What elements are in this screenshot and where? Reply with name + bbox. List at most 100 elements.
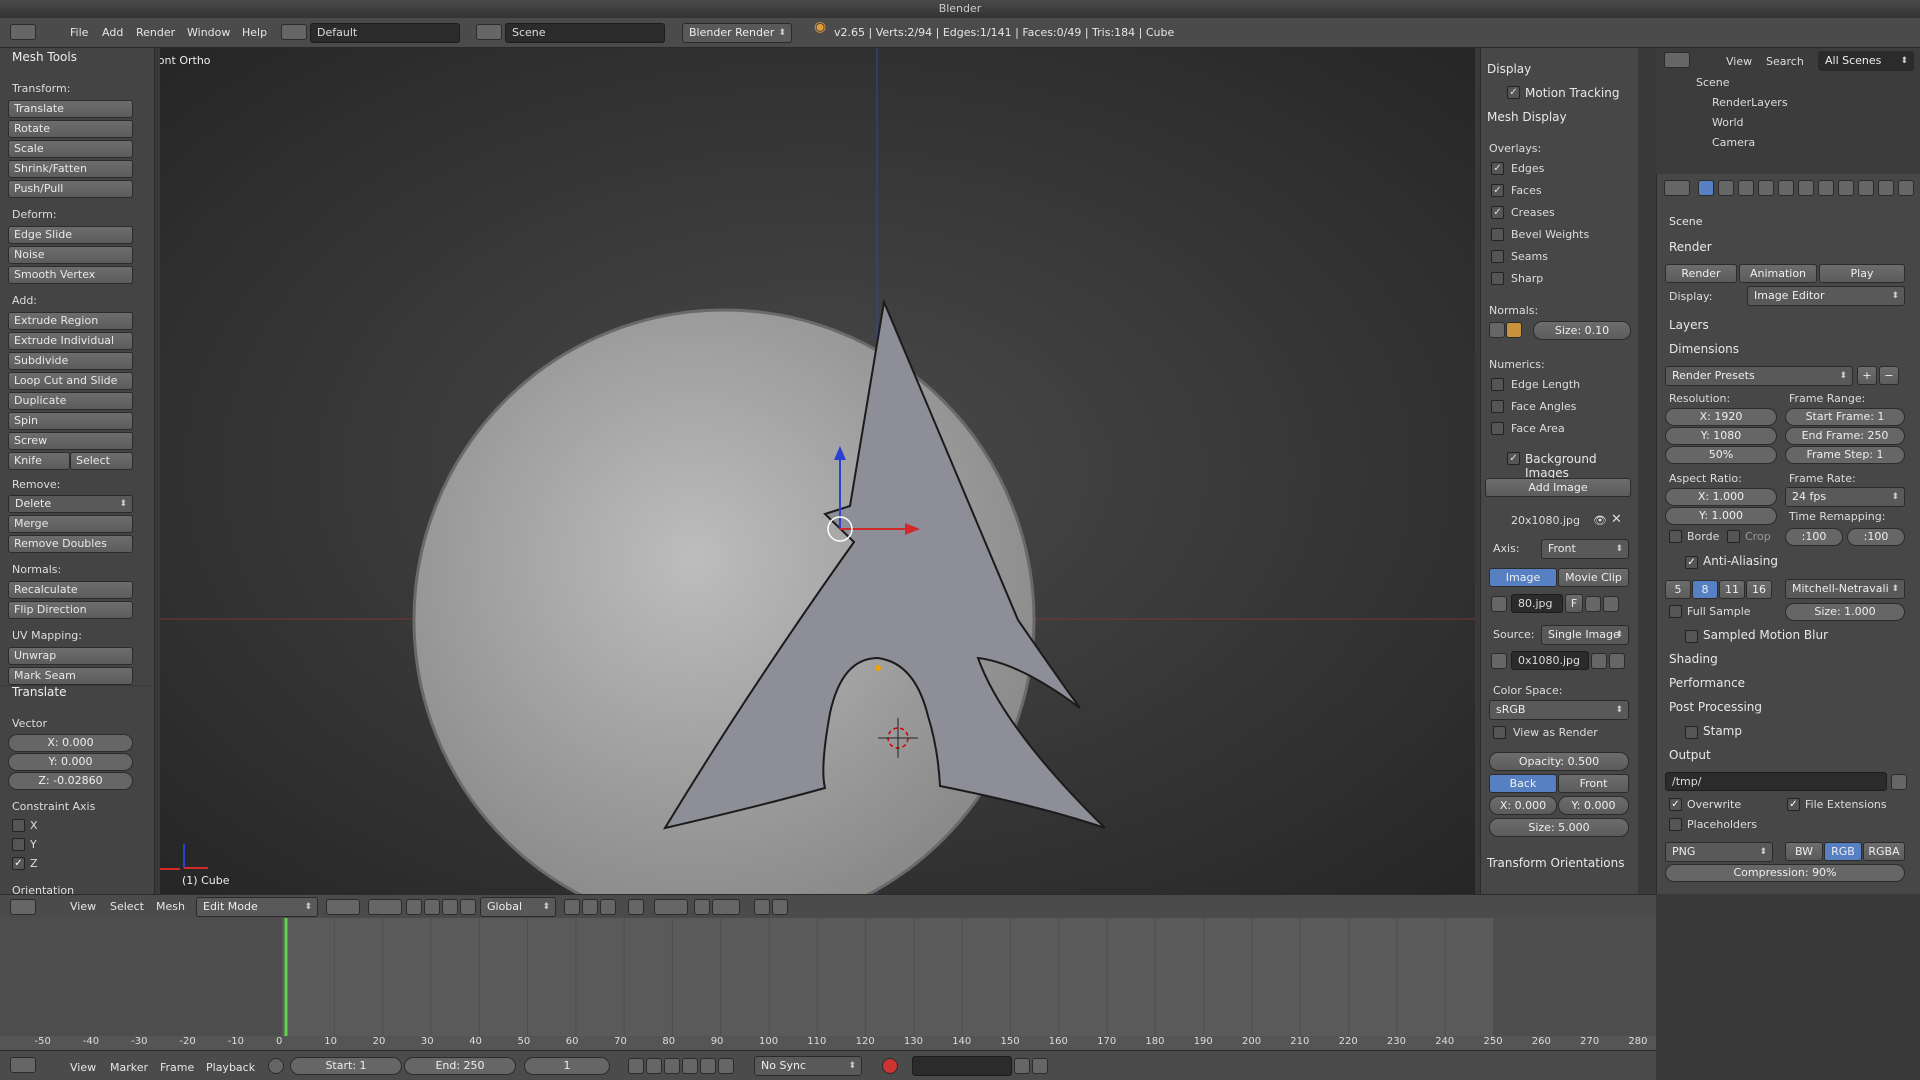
aspect-x-field[interactable]: X: 1.000 xyxy=(1665,488,1777,506)
manipulator-toggle-icon[interactable] xyxy=(406,899,422,915)
timeline-marker-menu[interactable]: Marker xyxy=(110,1061,148,1074)
close-icon[interactable]: ✕ xyxy=(1611,512,1622,527)
color-space-select[interactable]: sRGB xyxy=(1489,700,1629,720)
bevel-weights-checkbox[interactable] xyxy=(1491,228,1504,241)
border-checkbox[interactable] xyxy=(1669,530,1682,543)
push-pull-button[interactable]: Push/Pull xyxy=(8,180,133,198)
image-path-field[interactable]: 0x1080.jpg xyxy=(1511,651,1589,670)
normals-size-field[interactable]: Size: 0.10 xyxy=(1533,321,1631,340)
bw-button[interactable]: BW xyxy=(1785,842,1823,861)
screen-layout-icon[interactable] xyxy=(281,24,307,40)
pivot-point-icon[interactable] xyxy=(368,899,402,915)
crop-checkbox[interactable] xyxy=(1727,530,1740,543)
outliner-item-camera[interactable]: Camera xyxy=(1712,136,1755,149)
aa-samples-8[interactable]: 8 xyxy=(1692,580,1718,599)
menu-add[interactable]: Add xyxy=(102,26,123,39)
jump-keyframe-forward-icon[interactable] xyxy=(700,1058,716,1074)
unwrap-button[interactable]: Unwrap xyxy=(8,647,133,665)
browse-folder-icon[interactable] xyxy=(1591,653,1607,669)
mode-select[interactable]: Edit Mode xyxy=(196,897,318,917)
edge-slide-button[interactable]: Edge Slide xyxy=(8,226,133,244)
edge-length-checkbox[interactable] xyxy=(1491,378,1504,391)
frame-step-field[interactable]: Frame Step: 1 xyxy=(1785,446,1905,464)
snap-toggle-icon[interactable] xyxy=(694,899,710,915)
background-images-header[interactable]: Background Images xyxy=(1525,452,1638,480)
display-panel-header[interactable]: Display xyxy=(1487,62,1531,76)
duplicate-button[interactable]: Duplicate xyxy=(8,392,133,410)
res-x-field[interactable]: X: 1920 xyxy=(1665,408,1777,426)
current-frame-field[interactable]: 1 xyxy=(524,1057,610,1075)
viewport-editor-icon[interactable] xyxy=(10,899,36,915)
smooth-vertex-button[interactable]: Smooth Vertex xyxy=(8,266,133,284)
unlink-image-icon[interactable] xyxy=(1603,596,1619,612)
viewport-mesh-menu[interactable]: Mesh xyxy=(156,900,185,913)
overwrite-checkbox[interactable]: ✓ xyxy=(1669,798,1682,811)
motion-tracking-header[interactable]: Motion Tracking xyxy=(1525,86,1619,100)
outliner-item-renderlayers[interactable]: RenderLayers xyxy=(1712,96,1788,109)
face-area-checkbox[interactable] xyxy=(1491,422,1504,435)
transform-orientations-header[interactable]: Transform Orientations xyxy=(1487,856,1625,870)
insert-keyframe-icon[interactable] xyxy=(1014,1058,1030,1074)
sampled-motion-blur-header[interactable]: Sampled Motion Blur xyxy=(1703,628,1828,642)
outliner-view-menu[interactable]: View xyxy=(1726,55,1752,68)
operator-header[interactable]: Translate xyxy=(12,685,67,699)
modifiers-tab-icon[interactable] xyxy=(1818,180,1834,196)
knife-select-button[interactable]: Select xyxy=(70,452,133,470)
vector-x-field[interactable]: X: 0.000 xyxy=(8,734,133,752)
aspect-y-field[interactable]: Y: 1.000 xyxy=(1665,507,1777,525)
shrink-fatten-button[interactable]: Shrink/Fatten xyxy=(8,160,133,178)
merge-button[interactable]: Merge xyxy=(8,515,133,533)
play-button[interactable]: Play xyxy=(1819,264,1905,283)
constraint-y-checkbox[interactable] xyxy=(12,838,25,851)
file-icon[interactable] xyxy=(1491,653,1507,669)
remove-doubles-button[interactable]: Remove Doubles xyxy=(8,535,133,553)
texture-tab-icon[interactable] xyxy=(1878,180,1894,196)
menu-help[interactable]: Help xyxy=(242,26,267,39)
transform-orientation-select[interactable]: Global xyxy=(480,897,556,917)
loop-cut-button[interactable]: Loop Cut and Slide xyxy=(8,372,133,390)
post-processing-header[interactable]: Post Processing xyxy=(1669,700,1762,714)
scale-manipulator-icon[interactable] xyxy=(460,899,476,915)
physics-tab-icon[interactable] xyxy=(1898,180,1914,196)
material-tab-icon[interactable] xyxy=(1858,180,1874,196)
stamp-header[interactable]: Stamp xyxy=(1703,724,1742,738)
jump-keyframe-back-icon[interactable] xyxy=(646,1058,662,1074)
preview-range-icon[interactable] xyxy=(268,1058,284,1074)
translate-manipulator-icon[interactable] xyxy=(424,899,440,915)
scene-tab-icon[interactable] xyxy=(1738,180,1754,196)
seams-checkbox[interactable] xyxy=(1491,250,1504,263)
eye-icon[interactable]: 👁 xyxy=(1593,514,1607,527)
noise-button[interactable]: Noise xyxy=(8,246,133,264)
menu-file[interactable]: File xyxy=(70,26,88,39)
outliner-display-select[interactable]: All Scenes xyxy=(1818,51,1914,71)
snap-element-icon[interactable] xyxy=(712,899,740,915)
placeholders-checkbox[interactable] xyxy=(1669,818,1682,831)
aa-filter-select[interactable]: Mitchell-Netravali xyxy=(1785,579,1905,599)
add-preset-icon[interactable]: + xyxy=(1857,366,1877,385)
proportional-edit-icon[interactable] xyxy=(654,899,688,915)
spin-button[interactable]: Spin xyxy=(8,412,133,430)
timeline-playback-menu[interactable]: Playback xyxy=(206,1061,255,1074)
faces-checkbox[interactable]: ✓ xyxy=(1491,184,1504,197)
render-display-select[interactable]: Image Editor xyxy=(1747,286,1905,306)
image-file-field[interactable]: 80.jpg xyxy=(1511,594,1563,613)
offset-x-field[interactable]: X: 0.000 xyxy=(1489,796,1557,815)
image-tab[interactable]: Image xyxy=(1489,568,1557,587)
translate-button[interactable]: Translate xyxy=(8,100,133,118)
axis-select[interactable]: Front xyxy=(1541,539,1629,559)
creases-checkbox[interactable]: ✓ xyxy=(1491,206,1504,219)
properties-editor-icon[interactable] xyxy=(1664,180,1690,196)
remove-preset-icon[interactable]: − xyxy=(1879,366,1899,385)
rgba-button[interactable]: RGBA xyxy=(1863,842,1905,861)
outliner-search-menu[interactable]: Search xyxy=(1766,55,1804,68)
screen-layout-field[interactable]: Default xyxy=(310,23,460,43)
vector-y-field[interactable]: Y: 0.000 xyxy=(8,753,133,771)
vertex-select-icon[interactable] xyxy=(564,899,580,915)
remap-old-field[interactable]: :100 xyxy=(1785,528,1843,546)
shading-header[interactable]: Shading xyxy=(1669,652,1718,666)
constraint-z-checkbox[interactable]: ✓ xyxy=(12,857,25,870)
viewport-shading-icon[interactable] xyxy=(326,899,360,915)
data-tab-icon[interactable] xyxy=(1838,180,1854,196)
anti-aliasing-header[interactable]: Anti-Aliasing xyxy=(1703,554,1778,568)
opacity-slider[interactable]: Opacity: 0.500 xyxy=(1489,752,1629,771)
